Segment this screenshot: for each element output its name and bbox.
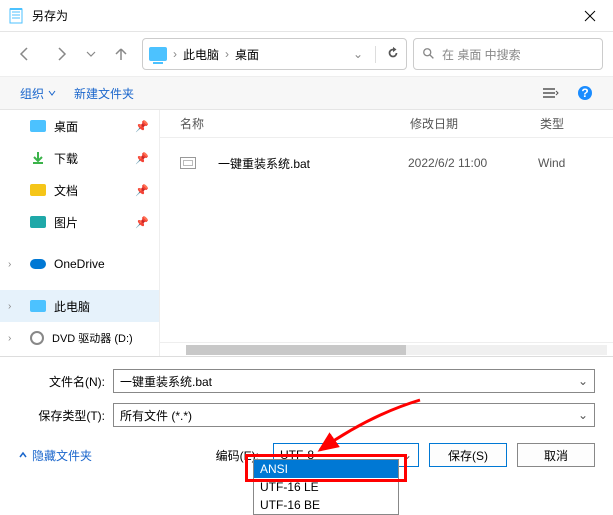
- new-folder-button[interactable]: 新建文件夹: [68, 81, 140, 106]
- encoding-dropdown: ANSI UTF-16 LE UTF-16 BE: [253, 459, 399, 515]
- pin-icon: 📌: [135, 184, 149, 197]
- breadcrumb-pc[interactable]: 此电脑: [183, 46, 219, 63]
- svg-text:?: ?: [581, 86, 588, 100]
- search-placeholder: 在 桌面 中搜索: [442, 46, 521, 63]
- chevron-right-icon[interactable]: ›: [8, 301, 11, 312]
- filetype-select[interactable]: 所有文件 (*.*) ⌄: [113, 403, 595, 427]
- back-button[interactable]: [10, 39, 40, 69]
- sidebar-item-dvd[interactable]: › DVD 驱动器 (D:): [0, 322, 159, 354]
- titlebar: 另存为: [0, 0, 613, 32]
- app-icon: [0, 8, 32, 24]
- help-button[interactable]: ?: [571, 81, 599, 105]
- filename-input[interactable]: 一键重装系统.bat ⌄: [113, 369, 595, 393]
- encoding-option-utf16be[interactable]: UTF-16 BE: [254, 496, 398, 514]
- save-button[interactable]: 保存(S): [429, 443, 507, 467]
- chevron-down-icon[interactable]: ⌄: [578, 374, 588, 388]
- chevron-down-icon[interactable]: ⌄: [402, 448, 412, 462]
- col-name[interactable]: 名称: [180, 115, 410, 132]
- hide-folders-link[interactable]: 隐藏文件夹: [18, 447, 92, 464]
- cloud-icon: [30, 259, 46, 269]
- encoding-option-ansi[interactable]: ANSI: [254, 460, 398, 478]
- search-input[interactable]: 在 桌面 中搜索: [413, 38, 603, 70]
- forward-button[interactable]: [46, 39, 76, 69]
- file-pane: 名称 修改日期 类型 一键重装系统.bat 2022/6/2 11:00 Win…: [160, 110, 613, 356]
- organize-button[interactable]: 组织: [14, 81, 62, 106]
- breadcrumb-desktop[interactable]: 桌面: [235, 46, 259, 63]
- pin-icon: 📌: [135, 152, 149, 165]
- recent-button[interactable]: [82, 39, 100, 69]
- search-icon: [422, 47, 436, 61]
- file-header: 名称 修改日期 类型: [160, 110, 613, 138]
- sidebar-item-documents[interactable]: 文档 📌: [0, 174, 159, 206]
- pin-icon: 📌: [135, 120, 149, 133]
- filetype-label: 保存类型(T):: [18, 407, 113, 424]
- sidebar-item-downloads[interactable]: 下载 📌: [0, 142, 159, 174]
- window-title: 另存为: [32, 7, 567, 24]
- refresh-button[interactable]: [375, 46, 400, 63]
- pc-icon: [30, 300, 46, 312]
- view-options-button[interactable]: [537, 81, 565, 105]
- chevron-up-icon: [18, 450, 28, 460]
- chevron-right-icon[interactable]: ›: [8, 333, 11, 344]
- sidebar-item-pictures[interactable]: 图片 📌: [0, 206, 159, 238]
- toolbar: 组织 新建文件夹 ?: [0, 76, 613, 110]
- chevron-right-icon: ›: [225, 47, 229, 61]
- body: 桌面 📌 下载 📌 文档 📌 图片 📌 › OneDrive › 此电: [0, 110, 613, 356]
- chevron-down-icon[interactable]: ⌄: [578, 408, 588, 422]
- encoding-option-utf16le[interactable]: UTF-16 LE: [254, 478, 398, 496]
- horizontal-scrollbar[interactable]: [160, 342, 613, 356]
- sidebar-item-desktop[interactable]: 桌面 📌: [0, 110, 159, 142]
- pictures-icon: [30, 216, 46, 228]
- file-name: 一键重装系统.bat: [218, 155, 408, 172]
- file-row[interactable]: 一键重装系统.bat 2022/6/2 11:00 Wind: [160, 148, 613, 178]
- sidebar-item-this-pc[interactable]: › 此电脑: [0, 290, 159, 322]
- filename-label: 文件名(N):: [18, 373, 113, 390]
- up-button[interactable]: [106, 39, 136, 69]
- file-type: Wind: [538, 156, 613, 170]
- save-form: 文件名(N): 一键重装系统.bat ⌄ 保存类型(T): 所有文件 (*.*)…: [0, 356, 613, 427]
- sidebar: 桌面 📌 下载 📌 文档 📌 图片 📌 › OneDrive › 此电: [0, 110, 160, 356]
- col-type[interactable]: 类型: [540, 115, 613, 132]
- cancel-button[interactable]: 取消: [517, 443, 595, 467]
- sidebar-item-onedrive[interactable]: › OneDrive: [0, 248, 159, 280]
- col-date[interactable]: 修改日期: [410, 115, 540, 132]
- dvd-icon: [30, 331, 44, 345]
- address-bar[interactable]: › 此电脑 › 桌面 ⌄: [142, 38, 407, 70]
- desktop-icon: [30, 120, 46, 132]
- chevron-right-icon[interactable]: ›: [8, 259, 11, 270]
- download-icon: [30, 150, 46, 166]
- pc-icon: [149, 47, 167, 61]
- chevron-down-icon[interactable]: ⌄: [353, 47, 363, 61]
- document-icon: [30, 184, 46, 196]
- pin-icon: 📌: [135, 216, 149, 229]
- nav-row: › 此电脑 › 桌面 ⌄ 在 桌面 中搜索: [0, 32, 613, 76]
- bat-file-icon: [180, 157, 196, 169]
- file-date: 2022/6/2 11:00: [408, 156, 538, 170]
- close-button[interactable]: [567, 0, 613, 32]
- chevron-right-icon: ›: [173, 47, 177, 61]
